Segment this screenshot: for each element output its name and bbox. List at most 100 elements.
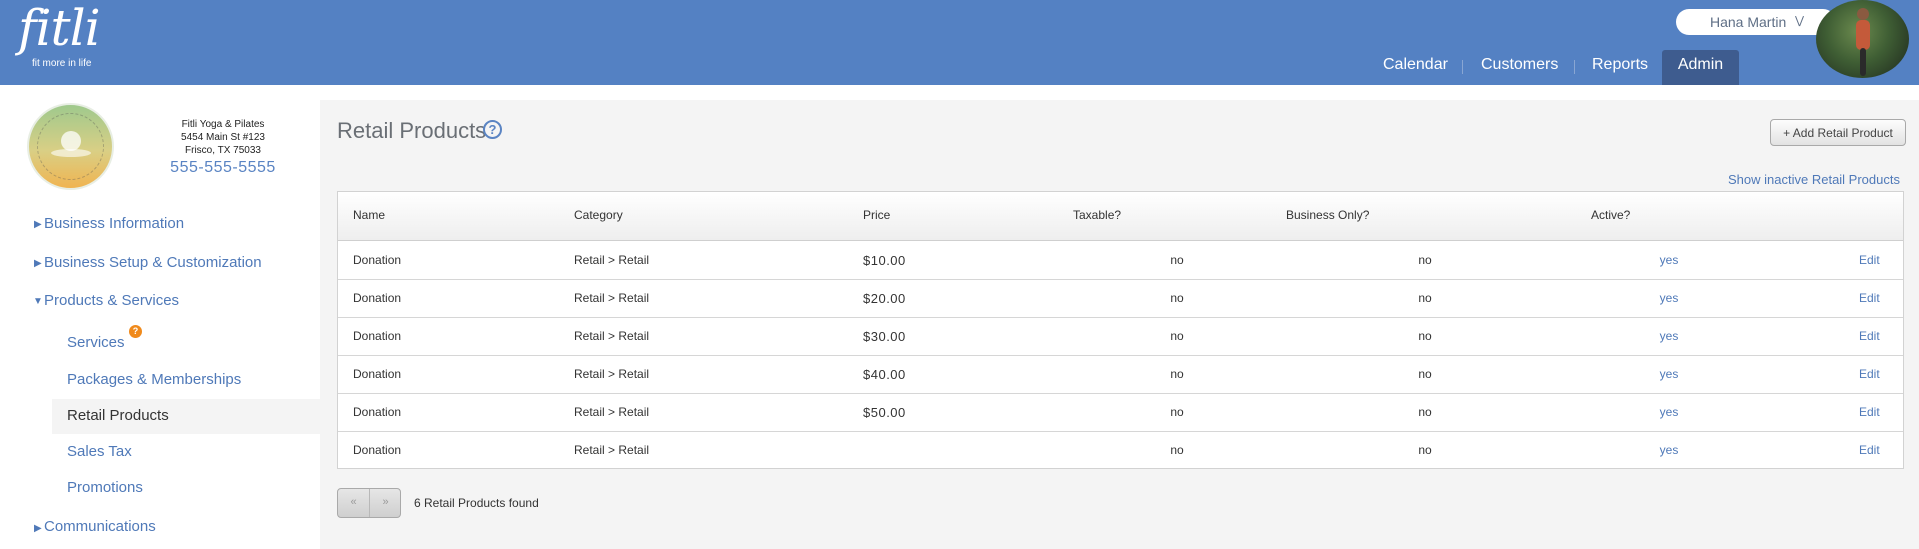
col-header-active[interactable]: Active?	[1591, 208, 1630, 222]
nav-calendar[interactable]: Calendar	[1383, 50, 1448, 85]
table-row: Donation Retail > Retail $10.00 no no yes Edit	[338, 242, 1903, 280]
user-menu[interactable]: Hana Martin ⋁	[1676, 9, 1836, 35]
cell-business-only: no	[1418, 367, 1432, 381]
cell-name: Donation	[353, 443, 402, 457]
nav-customers[interactable]: Customers	[1481, 50, 1558, 85]
cell-name: Donation	[353, 405, 402, 419]
chevron-double-down-icon: ⋁	[1795, 15, 1805, 27]
cell-name: Donation	[353, 329, 402, 343]
col-header-name[interactable]: Name	[353, 208, 385, 222]
cell-active[interactable]: yes	[1649, 291, 1689, 305]
services-alert-badge: ?	[129, 325, 142, 338]
table-row: Donation Retail > Retail $30.00 no no yes Edit	[338, 318, 1903, 356]
cell-price: $50.00	[863, 405, 906, 420]
edit-link[interactable]: Edit	[1859, 253, 1880, 267]
sidebar-item-packages[interactable]: Packages & Memberships	[67, 371, 241, 388]
caret-right-icon: ▶	[34, 523, 42, 534]
cell-business-only: no	[1418, 253, 1432, 267]
page-title: Retail Products	[337, 118, 487, 143]
cell-business-only: no	[1418, 291, 1432, 305]
col-header-business-only[interactable]: Business Only?	[1286, 208, 1369, 222]
table-row: Donation Retail > Retail no no yes Edit	[338, 432, 1903, 470]
business-address-line2: Frisco, TX 75033	[185, 145, 261, 156]
sidebar-item-sales-tax[interactable]: Sales Tax	[67, 443, 132, 460]
lotus-icon	[51, 149, 91, 157]
caret-right-icon: ▶	[34, 219, 42, 230]
cell-taxable: no	[1170, 367, 1184, 381]
table-row: Donation Retail > Retail $50.00 no no yes Edit	[338, 394, 1903, 432]
help-icon[interactable]: ?	[483, 120, 502, 139]
cell-taxable: no	[1170, 405, 1184, 419]
cell-taxable: no	[1170, 291, 1184, 305]
yoga-figure-icon	[61, 131, 81, 151]
business-phone: 555-555-5555	[170, 159, 276, 176]
col-header-taxable[interactable]: Taxable?	[1073, 208, 1121, 222]
fitli-logo[interactable]: fitli fit more in life	[14, 2, 104, 74]
table-row: Donation Retail > Retail $40.00 no no yes Edit	[338, 356, 1903, 394]
sidebar-communications[interactable]: Communications	[44, 518, 156, 535]
caret-down-icon: ▼	[33, 296, 43, 307]
col-header-category[interactable]: Category	[574, 208, 623, 222]
cell-name: Donation	[353, 253, 402, 267]
nav-separator	[1462, 60, 1463, 74]
cell-taxable: no	[1170, 253, 1184, 267]
cell-business-only: no	[1418, 329, 1432, 343]
avatar-figure-body	[1856, 20, 1870, 50]
cell-active[interactable]: yes	[1649, 253, 1689, 267]
cell-price: $30.00	[863, 329, 906, 344]
pagination: « »	[337, 488, 401, 518]
cell-active[interactable]: yes	[1649, 367, 1689, 381]
cell-active[interactable]: yes	[1649, 405, 1689, 419]
cell-category: Retail > Retail	[574, 405, 650, 419]
business-name: Fitli Yoga & Pilates	[181, 119, 265, 130]
edit-link[interactable]: Edit	[1859, 329, 1880, 343]
cell-name: Donation	[353, 291, 402, 305]
edit-link[interactable]: Edit	[1859, 405, 1880, 419]
top-header: fitli fit more in life Hana Martin ⋁ Cal…	[0, 0, 1919, 85]
avatar-figure-head	[1857, 8, 1869, 20]
sidebar-products-services[interactable]: Products & Services	[44, 292, 179, 309]
user-name: Hana Martin	[1710, 14, 1787, 30]
caret-right-icon: ▶	[34, 258, 42, 269]
show-inactive-link[interactable]: Show inactive Retail Products	[1700, 172, 1900, 187]
cell-taxable: no	[1170, 329, 1184, 343]
business-logo	[27, 103, 114, 190]
sidebar-business-setup[interactable]: Business Setup & Customization	[44, 254, 262, 271]
col-header-price[interactable]: Price	[863, 208, 890, 222]
pager-next-button[interactable]: »	[370, 489, 401, 517]
cell-active[interactable]: yes	[1649, 329, 1689, 343]
cell-category: Retail > Retail	[574, 329, 650, 343]
edit-link[interactable]: Edit	[1859, 443, 1880, 457]
nav-admin[interactable]: Admin	[1662, 50, 1739, 85]
logo-tagline: fit more in life	[32, 58, 92, 69]
business-address-line1: 5454 Main St #123	[181, 132, 265, 143]
cell-business-only: no	[1418, 405, 1432, 419]
sidebar-business-information[interactable]: Business Information	[44, 215, 184, 232]
edit-link[interactable]: Edit	[1859, 367, 1880, 381]
business-address: Fitli Yoga & Pilates 5454 Main St #123 F…	[160, 118, 286, 157]
edit-link[interactable]: Edit	[1859, 291, 1880, 305]
add-retail-product-button[interactable]: + Add Retail Product	[1770, 119, 1906, 146]
avatar-figure-leg	[1860, 48, 1866, 76]
cell-price: $10.00	[863, 253, 906, 268]
cell-category: Retail > Retail	[574, 367, 650, 381]
cell-category: Retail > Retail	[574, 443, 650, 457]
cell-name: Donation	[353, 367, 402, 381]
logo-wordmark: fitli	[18, 0, 101, 57]
table-header: Name Category Price Taxable? Business On…	[338, 192, 1903, 241]
sidebar-item-services[interactable]: Services	[67, 334, 125, 351]
nav-reports[interactable]: Reports	[1592, 50, 1648, 85]
cell-category: Retail > Retail	[574, 253, 650, 267]
cell-business-only: no	[1418, 443, 1432, 457]
retail-products-table: Name Category Price Taxable? Business On…	[337, 191, 1904, 469]
sidebar-item-retail-products[interactable]: Retail Products	[67, 407, 169, 424]
pager-prev-button[interactable]: «	[338, 489, 369, 517]
sidebar-item-promotions[interactable]: Promotions	[67, 479, 143, 496]
cell-active[interactable]: yes	[1649, 443, 1689, 457]
cell-category: Retail > Retail	[574, 291, 650, 305]
user-avatar[interactable]	[1816, 0, 1909, 78]
nav-separator	[1574, 60, 1575, 74]
cell-price: $40.00	[863, 367, 906, 382]
cell-taxable: no	[1170, 443, 1184, 457]
table-row: Donation Retail > Retail $20.00 no no yes Edit	[338, 280, 1903, 318]
